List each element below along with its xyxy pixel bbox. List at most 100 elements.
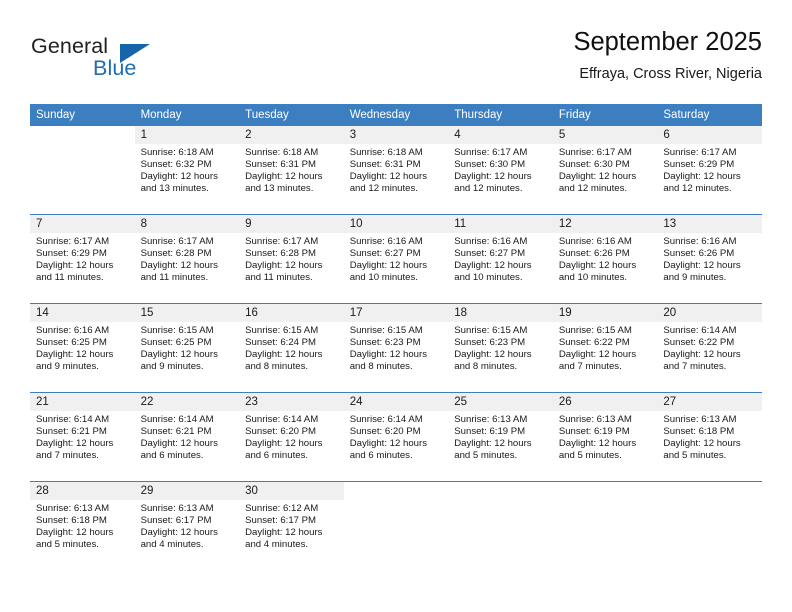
sunrise-text: Sunrise: 6:13 AM	[140, 503, 214, 514]
day-cell-content: 18 Sunrise: 6:15 AM Sunset: 6:23 PM Dayligh…	[448, 304, 553, 392]
day-details: Sunrise: 6:17 AM Sunset: 6:29 PM Daylight:…	[657, 144, 762, 195]
sunrise-text: Sunrise: 6:13 AM	[663, 414, 737, 425]
calendar-day-cell[interactable]: 20 Sunrise: 6:14 AM Sunset: 6:22 PM Dayligh…	[657, 303, 762, 393]
day-cell-content: 24 Sunrise: 6:14 AM Sunset: 6:20 PM Dayligh…	[343, 393, 449, 481]
day-cell-empty	[30, 126, 135, 214]
sunset-text: Sunset: 6:23 PM	[454, 337, 526, 349]
calendar-day-cell[interactable]: 21 Sunrise: 6:14 AM Sunset: 6:21 PM Dayligh…	[30, 392, 135, 482]
calendar-day-cell[interactable]: 12 Sunrise: 6:16 AM Sunset: 6:26 PM Dayligh…	[552, 214, 658, 304]
calendar-week-row: 7 Sunrise: 6:17 AM Sunset: 6:29 PM Daylight…	[30, 214, 762, 304]
day-number: 22	[134, 393, 240, 411]
day-details: Sunrise: 6:12 AM Sunset: 6:17 PM Daylight:…	[239, 500, 344, 551]
sunrise-text: Sunrise: 6:16 AM	[349, 236, 423, 247]
daylight-text-line1: Daylight: 12 hours	[454, 349, 532, 361]
calendar-day-cell[interactable]: 30 Sunrise: 6:12 AM Sunset: 6:17 PM Dayligh…	[239, 481, 344, 570]
calendar-day-cell[interactable]: 7 Sunrise: 6:17 AM Sunset: 6:29 PM Daylight…	[30, 214, 135, 304]
calendar-day-cell	[552, 481, 658, 570]
day-cell-content: 22 Sunrise: 6:14 AM Sunset: 6:21 PM Dayligh…	[134, 393, 240, 481]
sunset-text: Sunset: 6:20 PM	[245, 426, 317, 438]
day-number: 9	[239, 215, 344, 233]
calendar-day-cell[interactable]: 28 Sunrise: 6:13 AM Sunset: 6:18 PM Dayligh…	[30, 481, 135, 570]
sunset-text: Sunset: 6:29 PM	[663, 159, 735, 171]
calendar-day-cell[interactable]: 5 Sunrise: 6:17 AM Sunset: 6:30 PM Daylight…	[552, 126, 658, 215]
day-number: 18	[448, 304, 553, 322]
daylight-text-line2: and 10 minutes.	[454, 272, 523, 284]
weekday-header-friday: Friday	[552, 104, 658, 126]
calendar-day-cell[interactable]: 24 Sunrise: 6:14 AM Sunset: 6:20 PM Dayligh…	[343, 392, 449, 482]
calendar-day-cell[interactable]: 13 Sunrise: 6:16 AM Sunset: 6:26 PM Dayligh…	[657, 214, 762, 304]
location-subtitle: Effraya, Cross River, Nigeria	[579, 66, 762, 83]
day-cell-empty	[448, 482, 553, 570]
weekday-header-tuesday: Tuesday	[239, 104, 344, 126]
sunrise-text: Sunrise: 6:18 AM	[140, 147, 214, 158]
calendar-day-cell[interactable]: 29 Sunrise: 6:13 AM Sunset: 6:17 PM Dayligh…	[134, 481, 240, 570]
calendar-day-cell[interactable]: 26 Sunrise: 6:13 AM Sunset: 6:19 PM Dayligh…	[552, 392, 658, 482]
day-details: Sunrise: 6:18 AM Sunset: 6:31 PM Daylight:…	[344, 144, 449, 195]
calendar-day-cell[interactable]: 27 Sunrise: 6:13 AM Sunset: 6:18 PM Dayligh…	[657, 392, 762, 482]
calendar-day-cell[interactable]: 17 Sunrise: 6:15 AM Sunset: 6:23 PM Dayligh…	[343, 303, 449, 393]
day-cell-content: 26 Sunrise: 6:13 AM Sunset: 6:19 PM Dayligh…	[552, 393, 658, 481]
calendar-day-cell[interactable]: 1 Sunrise: 6:18 AM Sunset: 6:32 PM Daylight…	[134, 126, 240, 215]
day-number: 6	[657, 126, 762, 144]
daylight-text-line1: Daylight: 12 hours	[245, 260, 323, 272]
calendar-day-cell[interactable]: 22 Sunrise: 6:14 AM Sunset: 6:21 PM Dayligh…	[134, 392, 240, 482]
daylight-text-line1: Daylight: 12 hours	[663, 171, 741, 183]
sunset-text: Sunset: 6:27 PM	[349, 248, 421, 260]
calendar-day-cell[interactable]: 23 Sunrise: 6:14 AM Sunset: 6:20 PM Dayligh…	[239, 392, 344, 482]
day-cell-content: 3 Sunrise: 6:18 AM Sunset: 6:31 PM Daylight…	[343, 126, 449, 214]
daylight-text-line2: and 10 minutes.	[558, 272, 628, 284]
daylight-text-line2: and 9 minutes.	[36, 361, 99, 373]
daylight-text-line2: and 7 minutes.	[558, 361, 622, 373]
day-number: 27	[657, 393, 762, 411]
day-number: 16	[239, 304, 344, 322]
sunrise-text: Sunrise: 6:17 AM	[454, 147, 528, 158]
calendar-day-cell[interactable]: 9 Sunrise: 6:17 AM Sunset: 6:28 PM Daylight…	[239, 214, 344, 304]
day-number: 26	[552, 393, 658, 411]
calendar-day-cell[interactable]: 25 Sunrise: 6:13 AM Sunset: 6:19 PM Dayligh…	[448, 392, 553, 482]
sunset-text: Sunset: 6:27 PM	[454, 248, 526, 260]
sunset-text: Sunset: 6:28 PM	[140, 248, 212, 260]
daylight-text-line2: and 11 minutes.	[36, 272, 104, 284]
calendar-day-cell[interactable]: 14 Sunrise: 6:16 AM Sunset: 6:25 PM Dayligh…	[30, 303, 135, 393]
day-details: Sunrise: 6:15 AM Sunset: 6:22 PM Daylight:…	[553, 322, 658, 373]
calendar-day-cell[interactable]: 8 Sunrise: 6:17 AM Sunset: 6:28 PM Daylight…	[134, 214, 240, 304]
day-cell-content: 4 Sunrise: 6:17 AM Sunset: 6:30 PM Daylight…	[448, 126, 553, 214]
calendar-day-cell[interactable]: 4 Sunrise: 6:17 AM Sunset: 6:30 PM Daylight…	[448, 126, 553, 215]
daylight-text-line2: and 10 minutes.	[349, 272, 418, 284]
day-number: 1	[134, 126, 240, 144]
calendar-day-cell[interactable]: 2 Sunrise: 6:18 AM Sunset: 6:31 PM Daylight…	[239, 126, 344, 215]
day-details: Sunrise: 6:13 AM Sunset: 6:18 PM Daylight:…	[30, 500, 135, 551]
day-details: Sunrise: 6:13 AM Sunset: 6:18 PM Daylight:…	[657, 411, 762, 462]
sunset-text: Sunset: 6:26 PM	[558, 248, 630, 260]
calendar-day-cell[interactable]: 19 Sunrise: 6:15 AM Sunset: 6:22 PM Dayligh…	[552, 303, 658, 393]
sunrise-text: Sunrise: 6:18 AM	[349, 147, 423, 158]
day-details: Sunrise: 6:16 AM Sunset: 6:26 PM Daylight:…	[553, 233, 658, 284]
day-number: 14	[30, 304, 135, 322]
day-cell-content: 11 Sunrise: 6:16 AM Sunset: 6:27 PM Dayligh…	[448, 215, 553, 303]
day-details: Sunrise: 6:13 AM Sunset: 6:19 PM Daylight:…	[448, 411, 553, 462]
sunrise-text: Sunrise: 6:16 AM	[663, 236, 737, 247]
day-number: 7	[30, 215, 135, 233]
calendar-day-cell[interactable]: 11 Sunrise: 6:16 AM Sunset: 6:27 PM Dayligh…	[448, 214, 553, 304]
daylight-text-line1: Daylight: 12 hours	[36, 260, 114, 272]
daylight-text-line1: Daylight: 12 hours	[663, 260, 741, 272]
day-number: 8	[134, 215, 240, 233]
day-cell-content: 27 Sunrise: 6:13 AM Sunset: 6:18 PM Dayligh…	[657, 393, 762, 481]
calendar-day-cell[interactable]: 18 Sunrise: 6:15 AM Sunset: 6:23 PM Dayligh…	[448, 303, 553, 393]
sunset-text: Sunset: 6:31 PM	[349, 159, 421, 171]
brand-logo[interactable]: General Blue	[30, 34, 270, 92]
sunset-text: Sunset: 6:21 PM	[36, 426, 107, 438]
day-details: Sunrise: 6:17 AM Sunset: 6:28 PM Daylight:…	[239, 233, 344, 284]
calendar-day-cell[interactable]: 3 Sunrise: 6:18 AM Sunset: 6:31 PM Daylight…	[343, 126, 449, 215]
day-details: Sunrise: 6:18 AM Sunset: 6:32 PM Daylight:…	[135, 144, 240, 195]
calendar-day-cell[interactable]: 6 Sunrise: 6:17 AM Sunset: 6:29 PM Daylight…	[657, 126, 762, 215]
day-number	[448, 482, 553, 500]
page-header: General Blue September 2025 Effraya, Cro…	[30, 28, 762, 96]
day-number: 13	[657, 215, 762, 233]
calendar-day-cell[interactable]: 16 Sunrise: 6:15 AM Sunset: 6:24 PM Dayligh…	[239, 303, 344, 393]
daylight-text-line1: Daylight: 12 hours	[349, 349, 428, 361]
calendar-day-cell	[343, 481, 449, 570]
calendar-day-cell[interactable]: 15 Sunrise: 6:15 AM Sunset: 6:25 PM Dayligh…	[134, 303, 240, 393]
sunset-text: Sunset: 6:17 PM	[245, 515, 317, 527]
calendar-day-cell[interactable]: 10 Sunrise: 6:16 AM Sunset: 6:27 PM Dayligh…	[343, 214, 449, 304]
